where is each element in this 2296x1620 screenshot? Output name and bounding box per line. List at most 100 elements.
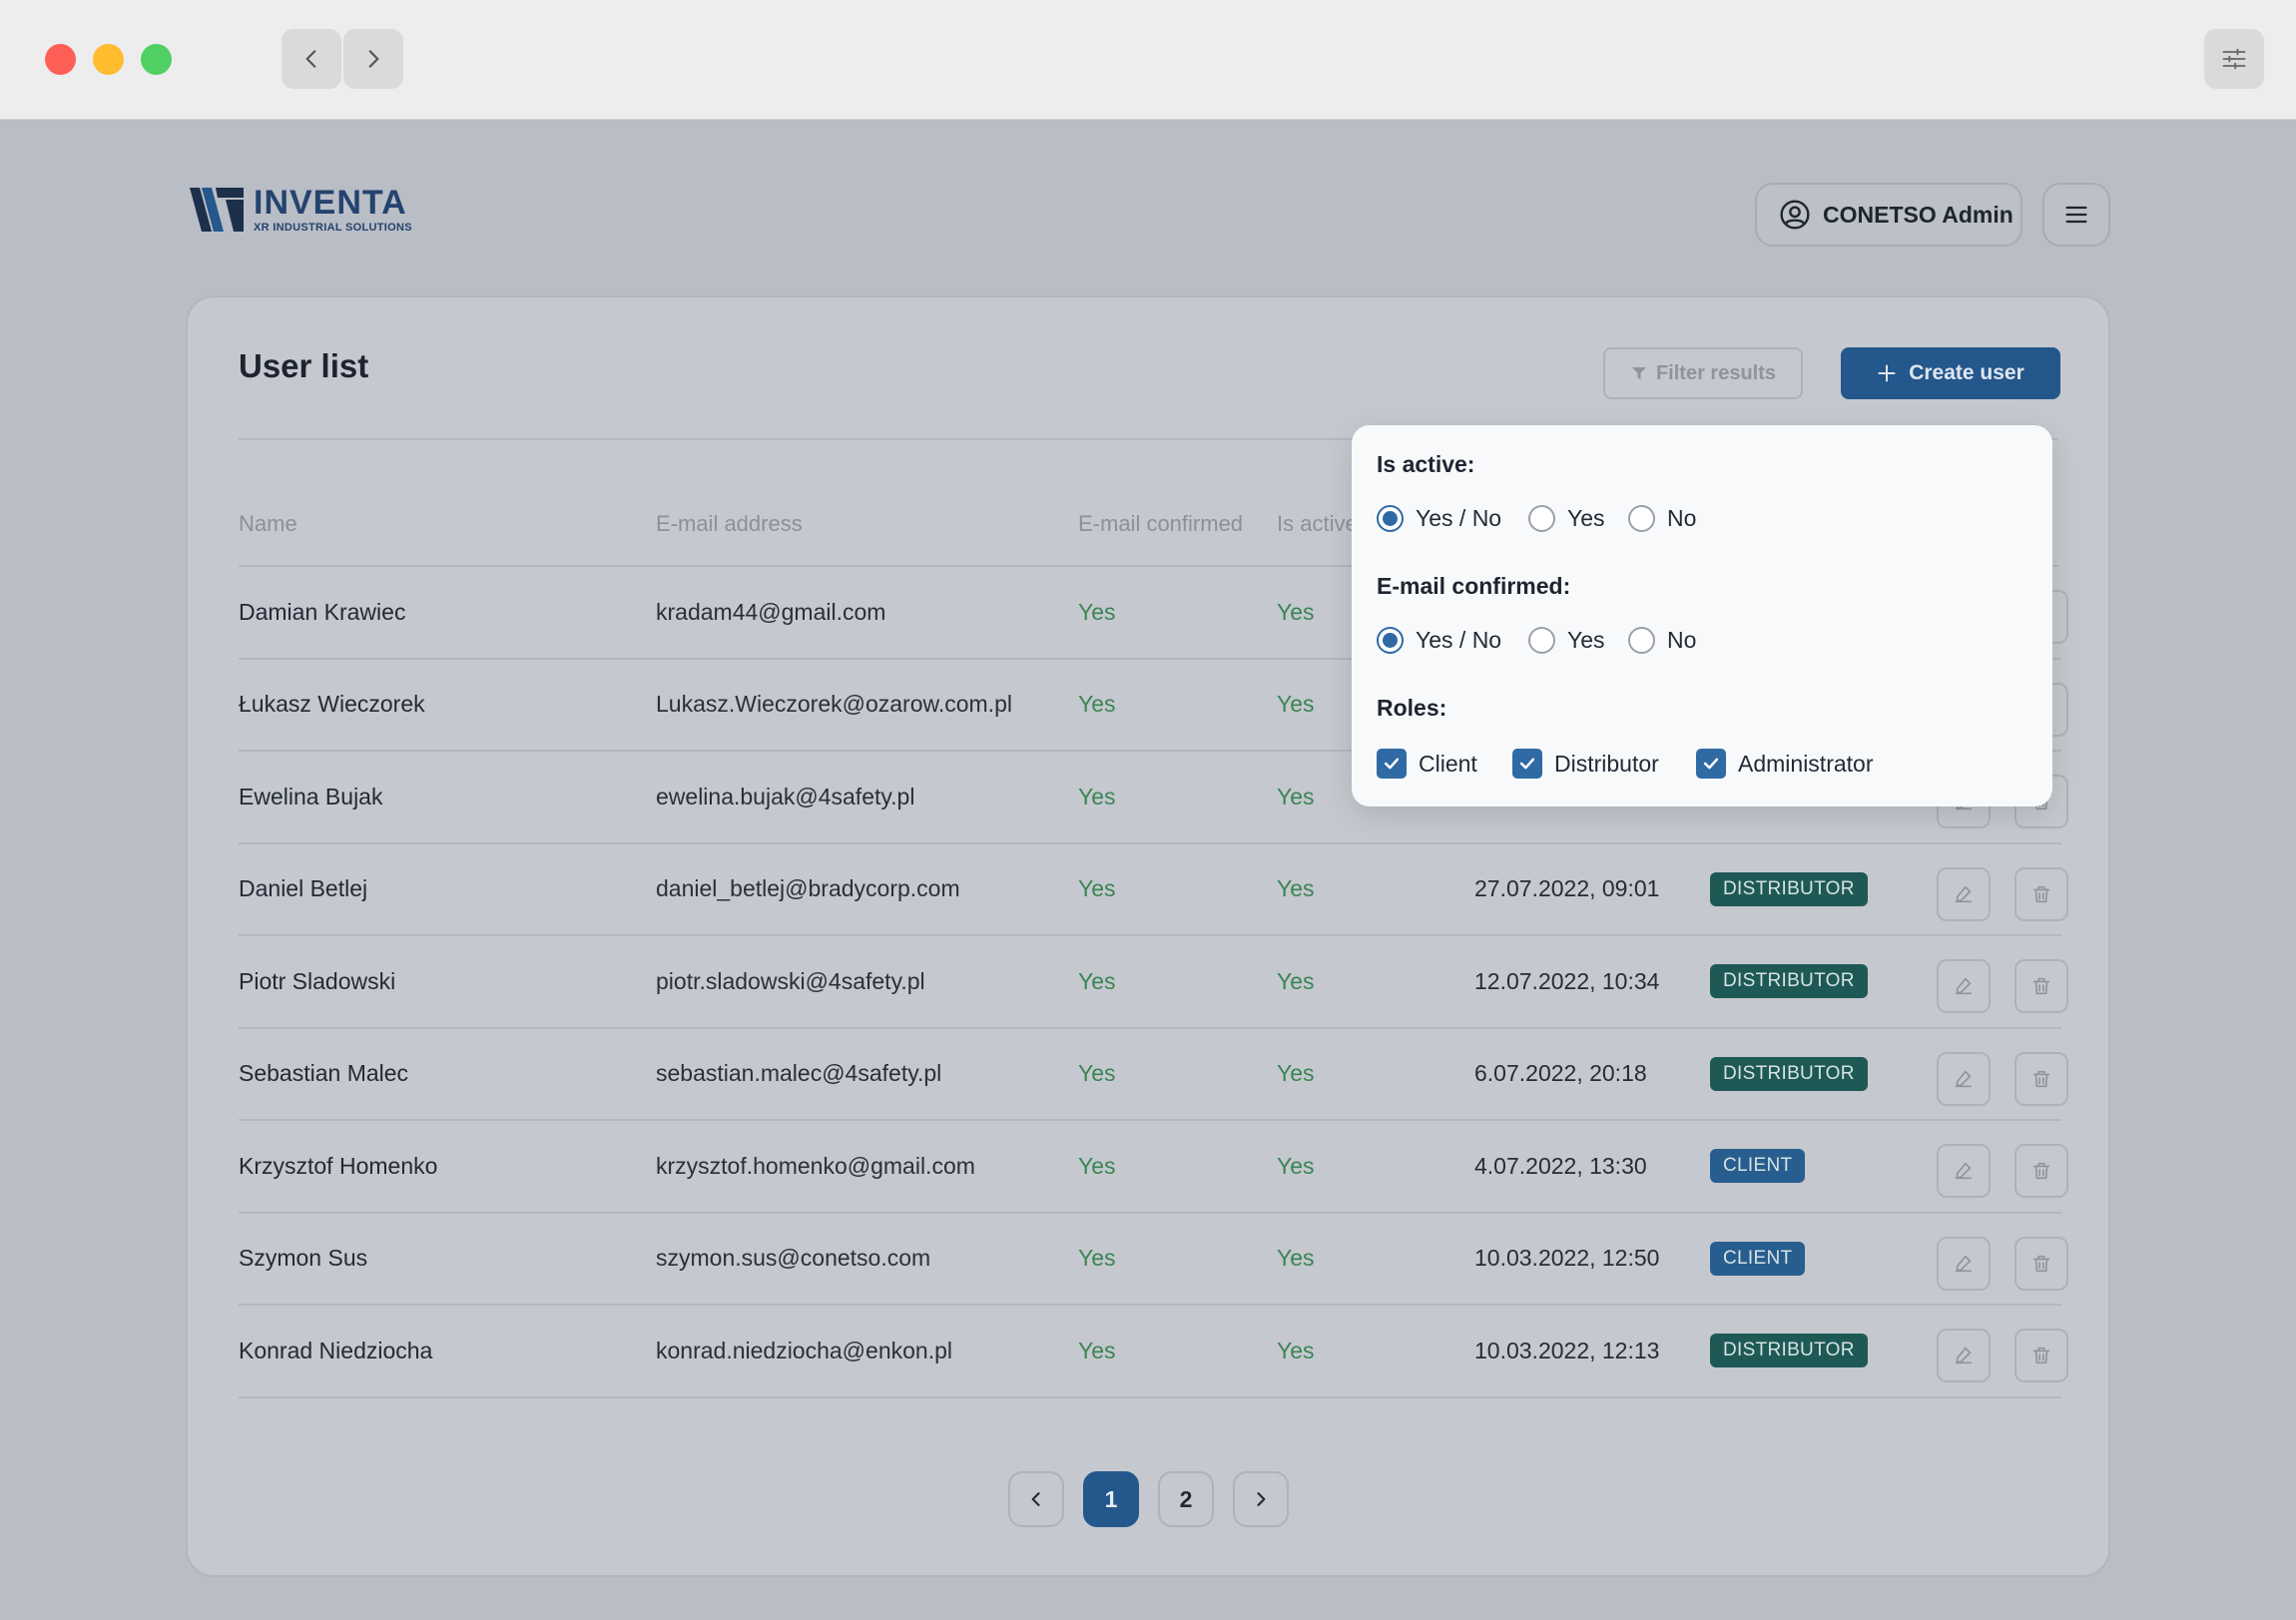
- edit-user-button[interactable]: [1937, 1144, 1991, 1198]
- edit-user-button[interactable]: [1937, 959, 1991, 1013]
- is-active-label: Is active:: [1377, 451, 1475, 477]
- chevron-right-icon: [1257, 1492, 1266, 1506]
- main-menu-button[interactable]: [2042, 183, 2110, 247]
- user-email-cell: szymon.sus@conetso.com: [656, 1245, 931, 1271]
- radio-unselected[interactable]: [1628, 505, 1655, 532]
- user-name-cell: Sebastian Malec: [239, 1060, 409, 1086]
- browser-settings-button[interactable]: [2204, 29, 2264, 89]
- window-maximize-button[interactable]: [141, 44, 172, 75]
- column-header-is-active[interactable]: Is active: [1277, 511, 1355, 537]
- email-confirmed-cell: Yes: [1078, 783, 1116, 810]
- user-name-cell: Piotr Sladowski: [239, 967, 396, 994]
- page-title: User list: [239, 347, 369, 384]
- edit-user-button[interactable]: [1937, 1051, 1991, 1106]
- table-row: Szymon Sus szymon.sus@conetso.com Yes Yes 10…: [239, 1214, 2068, 1306]
- radio-unselected[interactable]: [1628, 627, 1655, 654]
- hamburger-icon: [2065, 206, 2087, 224]
- pagination-next-button[interactable]: [1233, 1471, 1289, 1527]
- filter-results-button[interactable]: Filter results: [1603, 347, 1803, 399]
- option-label: No: [1667, 505, 1697, 531]
- delete-user-button[interactable]: [2014, 1329, 2068, 1382]
- user-account-button[interactable]: CONETSO Admin: [1755, 183, 2022, 247]
- table-row: Daniel Betlej daniel_betlej@bradycorp.com…: [239, 844, 2068, 936]
- delete-user-button[interactable]: [2014, 959, 2068, 1013]
- column-header-email[interactable]: E-mail address: [656, 511, 803, 537]
- is-active-cell: Yes: [1277, 967, 1315, 994]
- edit-icon: [1955, 885, 1973, 902]
- pagination-page-2[interactable]: 2: [1158, 1471, 1214, 1527]
- role-checkbox-administrator[interactable]: Administrator: [1696, 749, 1873, 779]
- edit-user-button[interactable]: [1937, 1236, 1991, 1291]
- app-logo[interactable]: INVENTA XR INDUSTRIAL SOLUTIONS: [188, 186, 412, 234]
- window-close-button[interactable]: [45, 44, 76, 75]
- plus-icon: [1878, 364, 1896, 382]
- delete-user-button[interactable]: [2014, 1144, 2068, 1198]
- email-confirmed-cell: Yes: [1078, 1337, 1116, 1363]
- radio-unselected[interactable]: [1528, 627, 1555, 654]
- trash-icon: [2032, 977, 2050, 995]
- email-confirmed-cell: Yes: [1078, 598, 1116, 625]
- user-name-cell: Szymon Sus: [239, 1245, 368, 1271]
- trash-icon: [2032, 1070, 2050, 1087]
- email-confirmed-label: E-mail confirmed:: [1377, 573, 1571, 599]
- user-name-label: CONETSO Admin: [1823, 201, 2013, 228]
- window-minimize-button[interactable]: [93, 44, 124, 75]
- email-confirmed-option-yes[interactable]: Yes: [1528, 627, 1605, 654]
- filter-results-label: Filter results: [1655, 361, 1777, 384]
- user-name-cell: Damian Krawiec: [239, 598, 406, 625]
- check-icon: [1519, 758, 1535, 770]
- filter-popup: Is active: Yes / No Yes No E-mail confir…: [1352, 425, 2052, 807]
- email-confirmed-option-any[interactable]: Yes / No: [1377, 627, 1501, 654]
- email-confirmed-option-no[interactable]: No: [1628, 627, 1696, 654]
- column-header-email-confirmed[interactable]: E-mail confirmed: [1078, 511, 1243, 537]
- sliders-icon: [2222, 48, 2246, 70]
- edit-user-button[interactable]: [1937, 1329, 1991, 1382]
- checkbox-checked[interactable]: [1512, 749, 1542, 779]
- role-cell: DISTRIBUTOR: [1710, 1029, 1868, 1119]
- is-active-cell: Yes: [1277, 783, 1315, 810]
- check-icon: [1703, 758, 1719, 770]
- edit-icon: [1955, 977, 1973, 995]
- checkbox-checked[interactable]: [1696, 749, 1726, 779]
- user-email-cell: konrad.niedziocha@enkon.pl: [656, 1337, 952, 1363]
- logo-title: INVENTA: [254, 184, 407, 222]
- is-active-option-any[interactable]: Yes / No: [1377, 505, 1501, 532]
- role-checkbox-client[interactable]: Client: [1377, 749, 1477, 779]
- is-active-cell: Yes: [1277, 875, 1315, 901]
- column-header-name[interactable]: Name: [239, 511, 297, 537]
- is-active-cell: Yes: [1277, 1060, 1315, 1086]
- edit-user-button[interactable]: [1937, 866, 1991, 921]
- trash-icon: [2032, 1162, 2050, 1180]
- is-active-option-yes[interactable]: Yes: [1528, 505, 1605, 532]
- delete-user-button[interactable]: [2014, 1236, 2068, 1291]
- pagination-page-1[interactable]: 1: [1083, 1471, 1139, 1527]
- roles-label: Roles:: [1377, 695, 1447, 721]
- radio-unselected[interactable]: [1528, 505, 1555, 532]
- option-label: Distributor: [1554, 750, 1659, 777]
- browser-back-button[interactable]: [282, 29, 341, 89]
- role-badge: CLIENT: [1710, 1149, 1806, 1183]
- user-name-cell: Konrad Niedziocha: [239, 1337, 433, 1363]
- user-name-cell: Łukasz Wieczorek: [239, 691, 425, 717]
- radio-selected[interactable]: [1377, 505, 1404, 532]
- user-email-cell: sebastian.malec@4safety.pl: [656, 1060, 942, 1086]
- created-date-cell: 10.03.2022, 12:50: [1474, 1245, 1660, 1271]
- pagination-prev-button[interactable]: [1008, 1471, 1064, 1527]
- delete-user-button[interactable]: [2014, 1051, 2068, 1106]
- is-active-cell: Yes: [1277, 598, 1315, 625]
- create-user-button[interactable]: Create user: [1841, 347, 2060, 399]
- user-email-cell: Lukasz.Wieczorek@ozarow.com.pl: [656, 691, 1012, 717]
- browser-forward-button[interactable]: [343, 29, 403, 89]
- user-name-cell: Ewelina Bujak: [239, 783, 383, 810]
- window-chrome: [0, 0, 2296, 120]
- delete-user-button[interactable]: [2014, 866, 2068, 921]
- option-label: Administrator: [1738, 750, 1874, 777]
- edit-icon: [1955, 1162, 1973, 1180]
- email-confirmed-cell: Yes: [1078, 1245, 1116, 1271]
- radio-selected[interactable]: [1377, 627, 1404, 654]
- is-active-option-no[interactable]: No: [1628, 505, 1696, 532]
- checkbox-checked[interactable]: [1377, 749, 1407, 779]
- role-checkbox-distributor[interactable]: Distributor: [1512, 749, 1659, 779]
- create-user-label: Create user: [1909, 361, 2024, 384]
- role-badge: DISTRIBUTOR: [1710, 964, 1868, 998]
